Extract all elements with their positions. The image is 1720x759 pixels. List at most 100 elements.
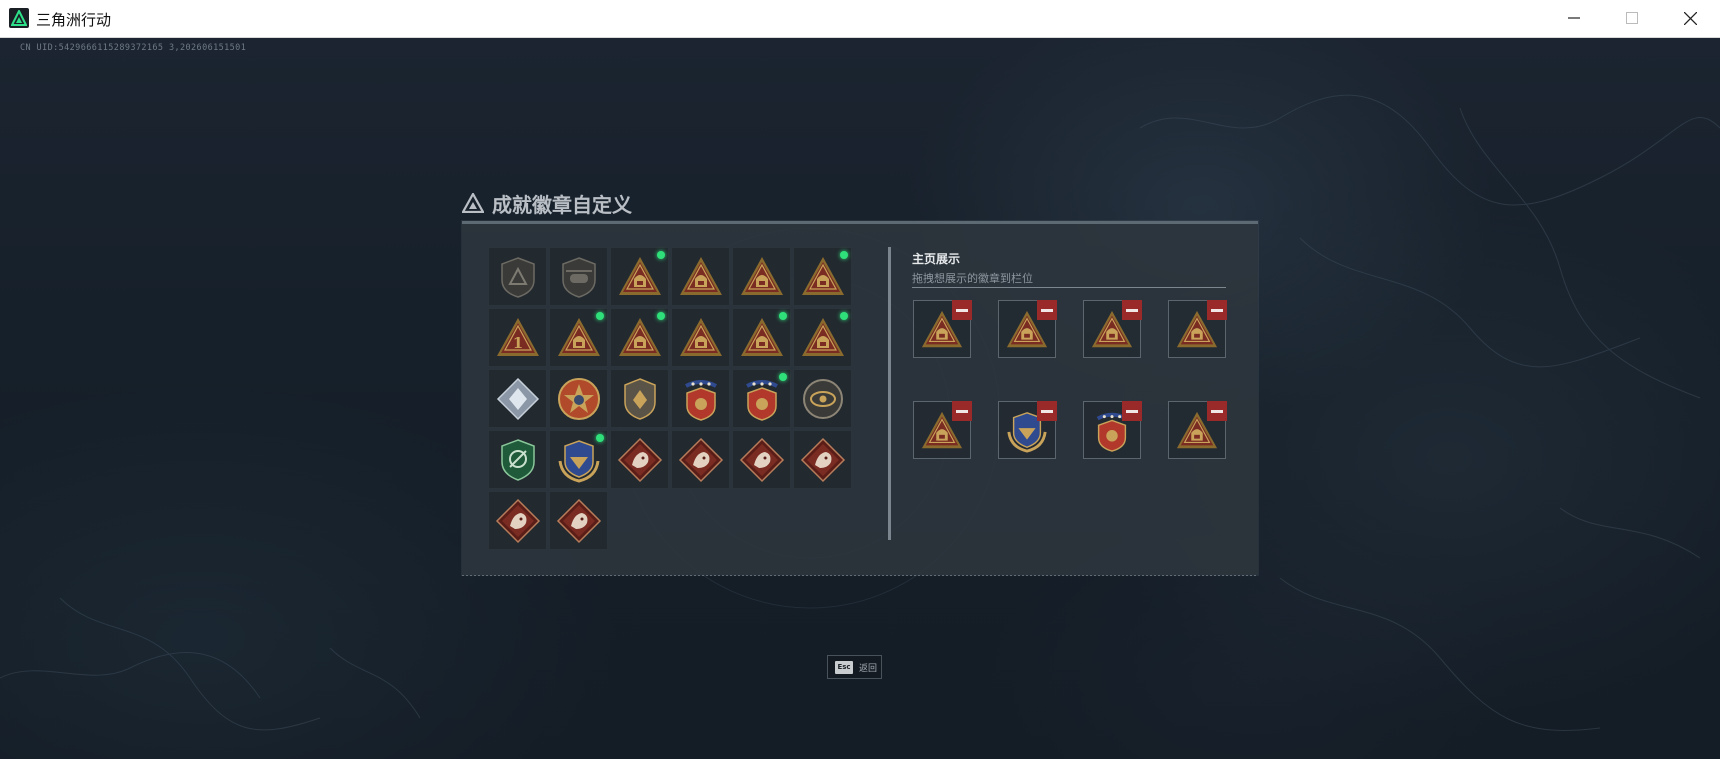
- badge-cell[interactable]: [549, 430, 608, 489]
- remove-badge-button[interactable]: [1122, 401, 1142, 421]
- maximize-button[interactable]: [1603, 0, 1661, 37]
- triangle-badge-gold-rockets: [802, 318, 844, 356]
- badge-cell[interactable]: [793, 430, 852, 489]
- diamond-badge-silver: [496, 377, 540, 421]
- remove-badge-button[interactable]: [1122, 300, 1142, 320]
- diamond-beast-badge-anchor: [556, 498, 602, 544]
- badge-cell[interactable]: [488, 430, 547, 489]
- badge-cell[interactable]: [732, 369, 791, 428]
- uid-watermark: CN UID:5429666115289372165 3,20260615150…: [20, 43, 247, 53]
- badge-cell[interactable]: [793, 247, 852, 306]
- showcase-slot[interactable]: [1083, 300, 1142, 358]
- badge-cell[interactable]: [671, 308, 730, 367]
- diamond-beast-badge-boar: [617, 437, 663, 483]
- shield-wings-badge: [624, 378, 656, 420]
- star-round-badge: [558, 378, 600, 420]
- scrollbar-thumb[interactable]: [888, 247, 891, 540]
- badge-cell[interactable]: [732, 247, 791, 306]
- badge-cell[interactable]: [610, 247, 669, 306]
- panel-bottom-border: [462, 575, 1258, 576]
- showcase-slot[interactable]: [913, 300, 972, 358]
- badge-cell[interactable]: [793, 369, 852, 428]
- new-badge-dot: [596, 434, 604, 442]
- close-button[interactable]: [1661, 0, 1719, 37]
- esc-key-icon: Esc: [835, 661, 853, 674]
- showcase-divider: [912, 287, 1226, 288]
- showcase-slot[interactable]: [1168, 300, 1227, 358]
- triangle-badge-gold-vehicle: [680, 257, 722, 295]
- stars-crest-badge-2: [746, 380, 778, 421]
- diamond-beast-badge-horse: [800, 437, 846, 483]
- minus-icon: [1211, 410, 1223, 413]
- triangle-badge-gold-soldier: [619, 318, 661, 356]
- badge-cell[interactable]: [793, 308, 852, 367]
- close-icon: [1684, 12, 1697, 25]
- app-logo-icon: [9, 8, 29, 28]
- showcase-slot[interactable]: [1083, 401, 1142, 459]
- new-badge-dot: [657, 251, 665, 259]
- badge-cell[interactable]: [610, 369, 669, 428]
- badge-cell[interactable]: [671, 247, 730, 306]
- badge-cell[interactable]: [549, 491, 608, 550]
- new-badge-dot: [779, 373, 787, 381]
- remove-badge-button[interactable]: [952, 300, 972, 320]
- badge-cell[interactable]: [549, 247, 608, 306]
- minus-icon: [956, 410, 968, 413]
- svg-text:1: 1: [513, 334, 523, 352]
- shield-triangle-badge-gray: [501, 257, 535, 298]
- back-button[interactable]: Esc 返回: [827, 655, 882, 679]
- minimize-icon: [1568, 17, 1580, 19]
- diamond-beast-badge-dragon: [739, 437, 785, 483]
- badge-cell[interactable]: [610, 430, 669, 489]
- new-badge-dot: [596, 312, 604, 320]
- showcase-title: 主页展示: [912, 252, 961, 266]
- dialog-title: 成就徽章自定义: [492, 193, 632, 217]
- showcase-slot[interactable]: [913, 401, 972, 459]
- triangle-badge-gold-helicopter: [741, 257, 783, 295]
- window-title-bar[interactable]: 三角洲行动: [0, 0, 1720, 38]
- diamond-beast-badge-wolf: [678, 437, 724, 483]
- triangle-badge-gold-tower: [619, 257, 661, 295]
- maximize-icon: [1626, 12, 1638, 24]
- remove-badge-button[interactable]: [1207, 300, 1227, 320]
- remove-badge-button[interactable]: [1037, 401, 1057, 421]
- showcase-slot[interactable]: [1168, 401, 1227, 459]
- showcase-slot[interactable]: [998, 401, 1057, 459]
- showcase-slot[interactable]: [998, 300, 1057, 358]
- laurel-shield-badge: [558, 440, 600, 483]
- minus-icon: [1126, 309, 1138, 312]
- new-badge-dot: [779, 312, 787, 320]
- badge-customize-panel: 1 主页展示 拖拽想展示的徽章到栏位: [462, 221, 1258, 576]
- showcase-subtitle: 拖拽想展示的徽章到栏位: [912, 272, 1033, 285]
- badge-cell[interactable]: [549, 369, 608, 428]
- remove-badge-button[interactable]: [1037, 300, 1057, 320]
- badge-grid-scrollbar[interactable]: [888, 247, 891, 540]
- showcase-header: 主页展示 拖拽想展示的徽章到栏位: [912, 250, 1033, 286]
- triangle-badge-gold-target: [680, 318, 722, 356]
- delta-triangle-icon: [462, 193, 484, 213]
- triangle-badge-gold-bottle: [558, 318, 600, 356]
- badge-cell[interactable]: [671, 430, 730, 489]
- remove-badge-button[interactable]: [952, 401, 972, 421]
- badge-cell[interactable]: 1: [488, 308, 547, 367]
- diamond-beast-badge-ram: [495, 498, 541, 544]
- badge-cell[interactable]: [610, 308, 669, 367]
- new-badge-dot: [840, 312, 848, 320]
- game-viewport: CN UID:5429666115289372165 3,20260615150…: [0, 38, 1720, 759]
- new-badge-dot: [657, 312, 665, 320]
- badge-cell[interactable]: [488, 247, 547, 306]
- minus-icon: [1126, 410, 1138, 413]
- triangle-badge-number-one: 1: [497, 318, 539, 356]
- triangle-badge-gold-tank: [741, 318, 783, 356]
- minimize-button[interactable]: [1545, 0, 1603, 37]
- badge-cell[interactable]: [732, 308, 791, 367]
- remove-badge-button[interactable]: [1207, 401, 1227, 421]
- badge-cell[interactable]: [488, 491, 547, 550]
- minus-icon: [1211, 309, 1223, 312]
- green-shield-badge: [501, 439, 535, 481]
- badge-cell[interactable]: [549, 308, 608, 367]
- stars-crest-badge: [685, 380, 717, 421]
- badge-cell[interactable]: [671, 369, 730, 428]
- badge-cell[interactable]: [488, 369, 547, 428]
- badge-cell[interactable]: [732, 430, 791, 489]
